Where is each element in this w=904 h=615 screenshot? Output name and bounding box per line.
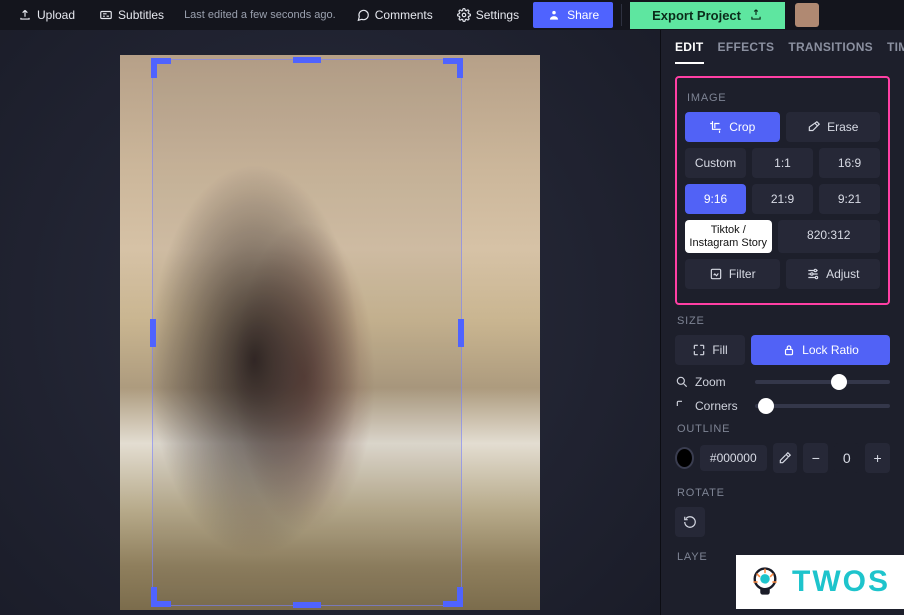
- bulb-icon: [746, 563, 784, 601]
- upload-label: Upload: [37, 8, 75, 22]
- export-icon: [749, 8, 763, 22]
- tab-timing[interactable]: TIMING: [887, 40, 904, 64]
- upload-button[interactable]: Upload: [8, 4, 85, 26]
- ratio-16-9[interactable]: 16:9: [819, 148, 880, 178]
- rotate-ccw-icon: [683, 515, 697, 529]
- crop-handle-top[interactable]: [293, 57, 321, 63]
- tab-transitions[interactable]: TRANSITIONS: [788, 40, 873, 64]
- last-edited-text: Last edited a few seconds ago.: [184, 9, 336, 21]
- share-label: Share: [567, 8, 599, 22]
- erase-icon: [807, 120, 821, 134]
- outline-width-minus[interactable]: −: [803, 443, 828, 473]
- corners-row: Corners: [675, 399, 890, 413]
- toolbar-divider: [621, 4, 622, 26]
- share-button[interactable]: Share: [533, 2, 613, 28]
- filter-button[interactable]: Filter: [685, 259, 780, 289]
- zoom-label: Zoom: [695, 375, 726, 389]
- comments-label: Comments: [375, 8, 433, 22]
- ratio-9-16[interactable]: 9:16: [685, 184, 746, 214]
- share-user-icon: [547, 8, 561, 22]
- filter-icon: [709, 267, 723, 281]
- crop-button-label: Crop: [729, 120, 755, 134]
- corners-slider-thumb[interactable]: [758, 398, 774, 414]
- tab-effects[interactable]: EFFECTS: [718, 40, 775, 64]
- lock-ratio-label: Lock Ratio: [802, 343, 859, 357]
- crop-handle-bottom-right[interactable]: [441, 585, 463, 607]
- crop-selection[interactable]: [152, 59, 462, 606]
- lock-ratio-button[interactable]: Lock Ratio: [751, 335, 890, 365]
- avatar[interactable]: [795, 3, 819, 27]
- adjust-button[interactable]: Adjust: [786, 259, 881, 289]
- rotate-ccw-button[interactable]: [675, 507, 705, 537]
- subtitles-button[interactable]: Subtitles: [89, 4, 174, 26]
- erase-button-label: Erase: [827, 120, 858, 134]
- crop-icon: [709, 120, 723, 134]
- outline-section-label: OUTLINE: [677, 423, 890, 435]
- dimensions-display[interactable]: 820:312: [778, 220, 881, 253]
- panel-tabs: EDIT EFFECTS TRANSITIONS TIMING: [661, 30, 904, 64]
- watermark-logo: TWOS: [736, 555, 904, 609]
- zoom-icon: [675, 375, 689, 389]
- adjust-button-label: Adjust: [826, 267, 859, 281]
- watermark-text: TWOS: [792, 565, 890, 599]
- crop-handle-left[interactable]: [150, 319, 156, 347]
- outline-width-plus[interactable]: +: [865, 443, 890, 473]
- settings-label: Settings: [476, 8, 519, 22]
- upload-icon: [18, 8, 32, 22]
- adjust-icon: [806, 267, 820, 281]
- ratio-21-9[interactable]: 21:9: [752, 184, 813, 214]
- lock-icon: [782, 343, 796, 357]
- fill-button-label: Fill: [712, 343, 727, 357]
- top-toolbar: Upload Subtitles Last edited a few secon…: [0, 0, 904, 30]
- comments-icon: [356, 8, 370, 22]
- panel-scroll[interactable]: IMAGE Crop Erase Custom 1:1 16:9 9:16 21…: [661, 64, 904, 591]
- erase-button[interactable]: Erase: [786, 112, 881, 142]
- zoom-row: Zoom: [675, 375, 890, 389]
- ratio-custom[interactable]: Custom: [685, 148, 746, 178]
- crop-handle-bottom-left[interactable]: [151, 585, 173, 607]
- corners-icon: [675, 399, 689, 413]
- eyedropper-button[interactable]: [773, 443, 798, 473]
- gear-icon: [457, 8, 471, 22]
- image-section: IMAGE Crop Erase Custom 1:1 16:9 9:16 21…: [675, 76, 890, 305]
- fill-icon: [692, 343, 706, 357]
- subtitles-icon: [99, 8, 113, 22]
- subtitles-label: Subtitles: [118, 8, 164, 22]
- filter-button-label: Filter: [729, 267, 756, 281]
- crop-handle-top-left[interactable]: [151, 58, 173, 80]
- properties-panel: EDIT EFFECTS TRANSITIONS TIMING IMAGE Cr…: [660, 30, 904, 615]
- crop-handle-top-right[interactable]: [441, 58, 463, 80]
- zoom-slider-thumb[interactable]: [831, 374, 847, 390]
- fill-button[interactable]: Fill: [675, 335, 745, 365]
- size-section-label: SIZE: [677, 315, 890, 327]
- crop-button[interactable]: Crop: [685, 112, 780, 142]
- image-section-label: IMAGE: [687, 92, 880, 104]
- settings-button[interactable]: Settings: [447, 4, 529, 26]
- export-label: Export Project: [652, 8, 741, 23]
- ratio-1-1[interactable]: 1:1: [752, 148, 813, 178]
- eyedropper-icon: [778, 451, 792, 465]
- rotate-section-label: ROTATE: [677, 487, 890, 499]
- tab-edit[interactable]: EDIT: [675, 40, 704, 64]
- zoom-slider[interactable]: [755, 380, 890, 384]
- ratio-9-21[interactable]: 9:21: [819, 184, 880, 214]
- comments-button[interactable]: Comments: [346, 4, 443, 26]
- canvas-area: [0, 30, 660, 615]
- crop-handle-bottom[interactable]: [293, 602, 321, 608]
- ratio-tooltip: Tiktok / Instagram Story: [685, 220, 772, 253]
- outline-width-value: 0: [834, 443, 859, 473]
- corners-label: Corners: [695, 399, 738, 413]
- outline-color-swatch[interactable]: [675, 447, 694, 469]
- corners-slider[interactable]: [755, 404, 890, 408]
- canvas[interactable]: [120, 55, 540, 610]
- outline-hex-input[interactable]: #000000: [700, 445, 767, 471]
- export-button[interactable]: Export Project: [630, 2, 785, 29]
- crop-handle-right[interactable]: [458, 319, 464, 347]
